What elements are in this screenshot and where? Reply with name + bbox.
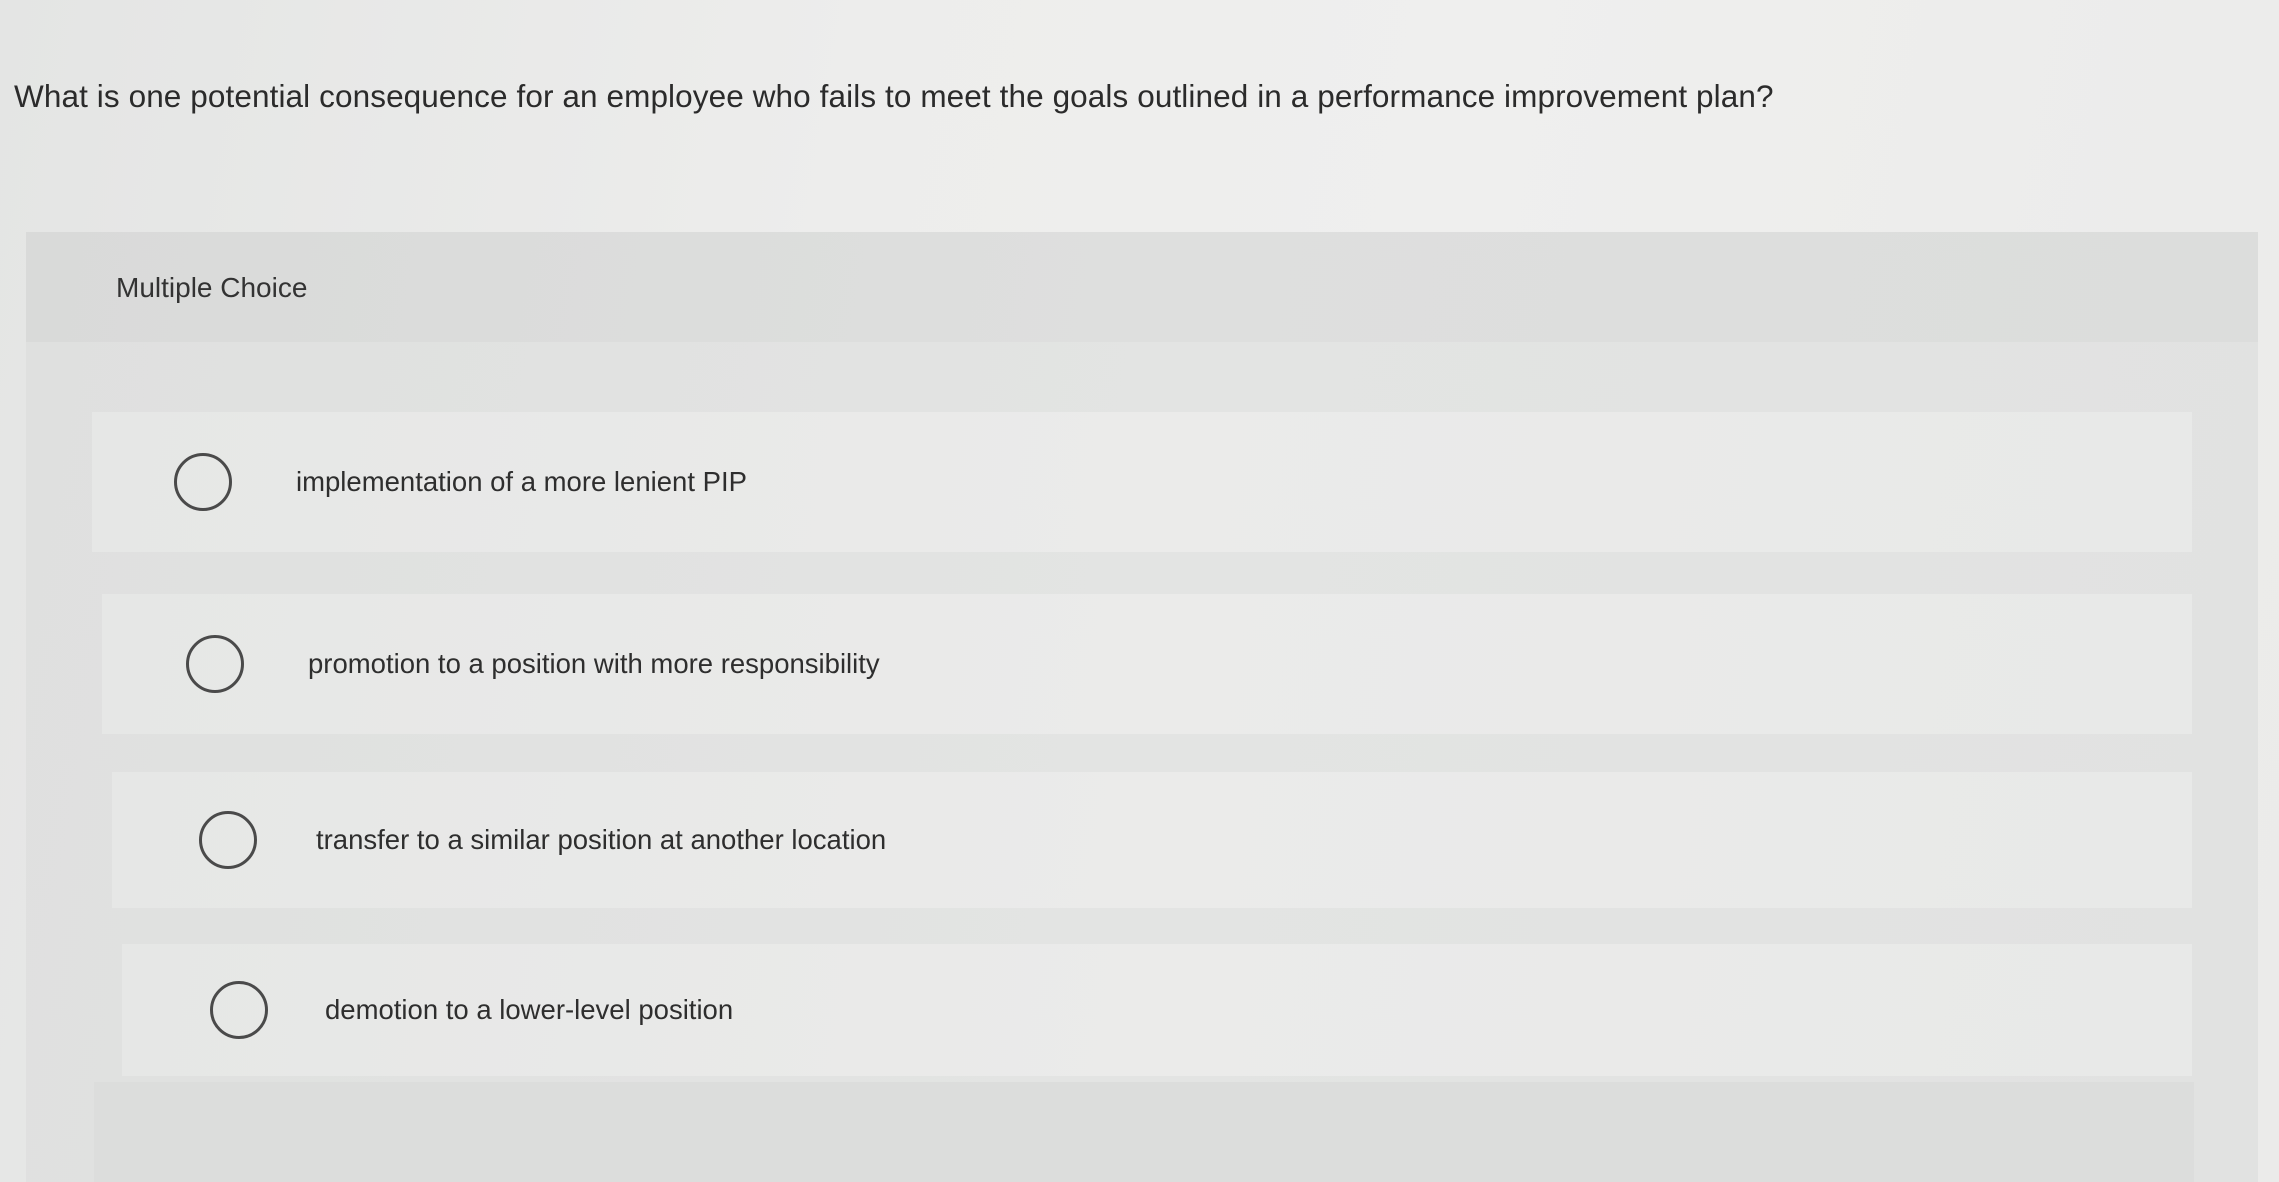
- answer-option-label: transfer to a similar position at anothe…: [316, 824, 887, 855]
- answer-option-4[interactable]: demotion to a lower-level position: [122, 944, 2192, 1076]
- answer-option-label: promotion to a position with more respon…: [308, 648, 880, 679]
- radio-button-unchecked-icon[interactable]: [174, 453, 232, 511]
- question-text: What is one potential consequence for an…: [14, 78, 1774, 114]
- radio-button-unchecked-icon[interactable]: [186, 635, 244, 693]
- answer-option-3[interactable]: transfer to a similar position at anothe…: [112, 772, 2192, 908]
- question-type-label: Multiple Choice: [116, 272, 308, 303]
- answer-option-2[interactable]: promotion to a position with more respon…: [102, 594, 2192, 734]
- panel-header: Multiple Choice: [26, 232, 2258, 342]
- answer-option-1[interactable]: implementation of a more lenient PIP: [92, 412, 2192, 552]
- radio-button-unchecked-icon[interactable]: [199, 811, 257, 869]
- answer-option-label: implementation of a more lenient PIP: [296, 466, 747, 497]
- radio-button-unchecked-icon[interactable]: [210, 981, 268, 1039]
- multiple-choice-panel: Multiple Choice implementation of a more…: [26, 232, 2258, 1182]
- answer-option-label: demotion to a lower-level position: [325, 994, 734, 1025]
- panel-footer-area: [94, 1082, 2194, 1182]
